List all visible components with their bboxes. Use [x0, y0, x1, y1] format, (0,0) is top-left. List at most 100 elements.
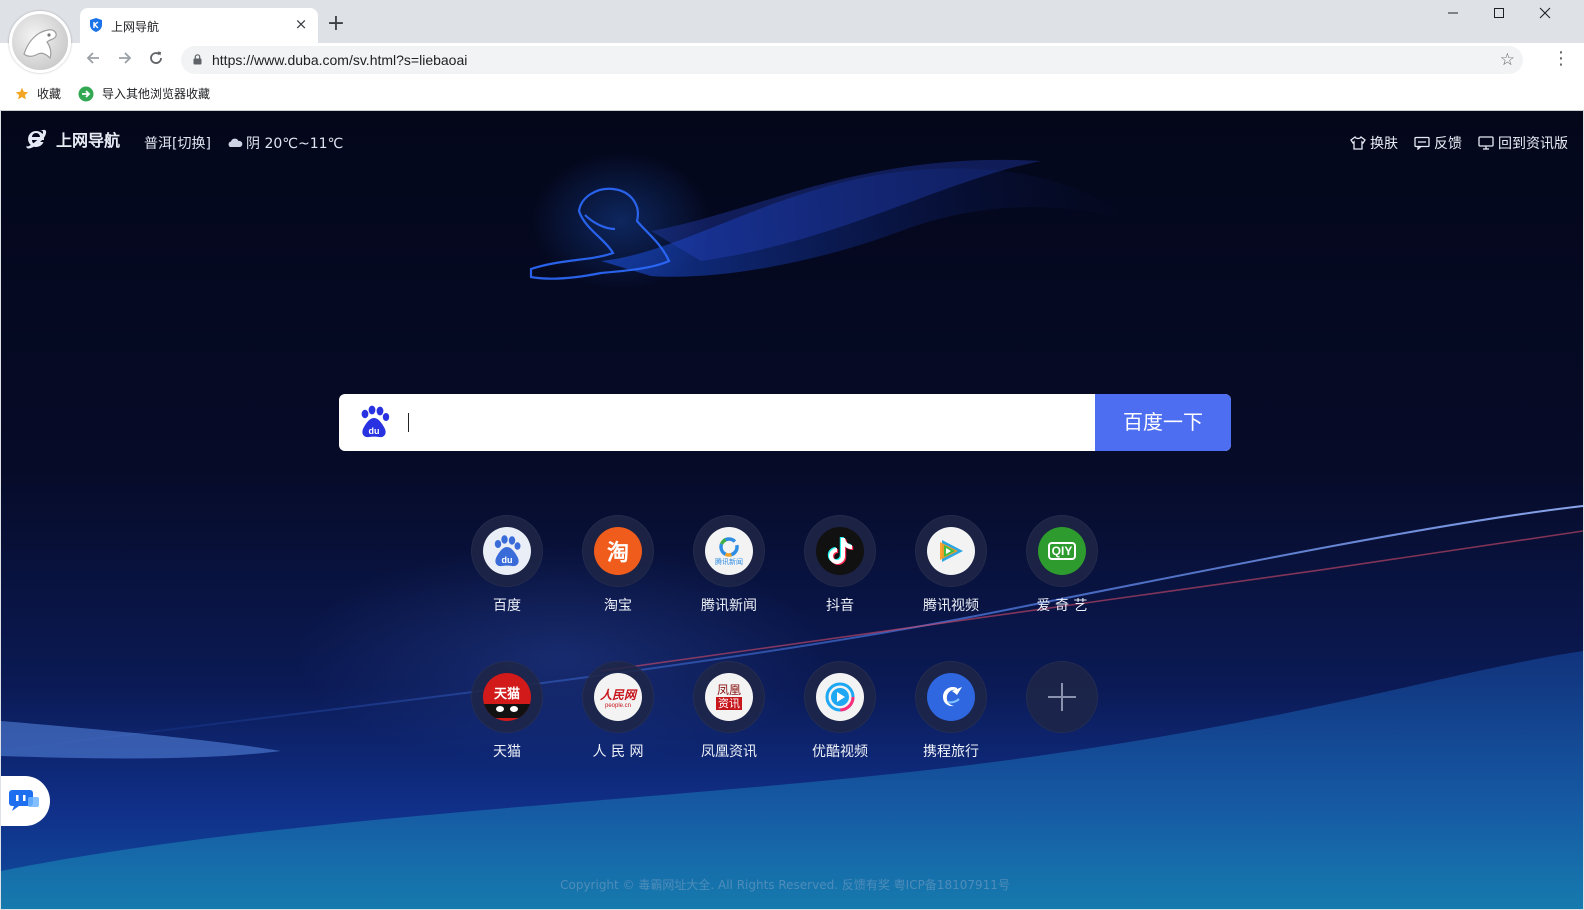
back-button[interactable] — [83, 50, 103, 70]
new-tab-button[interactable]: + — [326, 13, 346, 35]
tile-label: 凤凰资讯 — [701, 744, 757, 760]
tab-active[interactable]: 上网导航 × — [80, 8, 318, 43]
news-version-link[interactable]: 回到资讯版 — [1478, 133, 1568, 153]
minimize-button[interactable] — [1430, 4, 1476, 26]
search-box: du 百度一下 — [339, 394, 1231, 451]
bookmark-label: 收藏 — [37, 87, 62, 101]
close-icon — [1539, 7, 1551, 19]
baidu-icon: du — [483, 527, 531, 575]
bookmark-label: 导入其他浏览器收藏 — [102, 87, 211, 101]
forward-button[interactable] — [115, 50, 135, 70]
bookmark-favorites[interactable]: 收藏 — [15, 85, 61, 102]
weather-widget[interactable]: 阴 20℃~11℃ — [227, 133, 343, 153]
tab-close-icon[interactable]: × — [292, 14, 310, 34]
add-site-button[interactable] — [1026, 661, 1100, 767]
tile-text: 腾讯新闻 — [715, 557, 743, 566]
address-bar[interactable]: https://www.duba.com/sv.html?s=liebaoai … — [181, 46, 1523, 74]
svg-text:du: du — [502, 555, 513, 565]
ifeng-icon: 凤凰 资讯 — [705, 673, 753, 721]
url-text: https://www.duba.com/sv.html?s=liebaoai — [212, 52, 468, 68]
skin-label: 换肤 — [1370, 136, 1398, 152]
tile-label: 抖音 — [826, 598, 854, 614]
shirt-icon — [1350, 136, 1366, 150]
plus-icon — [1048, 683, 1076, 711]
chat-bubble-icon — [9, 790, 39, 811]
site-tile-iqiyi[interactable]: QIY 爱 奇 艺 — [1026, 515, 1100, 621]
city-switch-link[interactable]: 普洱[切换] — [144, 133, 211, 153]
tile-text: people.cn — [604, 702, 632, 709]
cloud-icon — [228, 138, 243, 147]
reload-button[interactable] — [146, 50, 166, 70]
tile-label: 爱 奇 艺 — [1036, 598, 1088, 614]
search-button[interactable]: 百度一下 — [1095, 394, 1231, 451]
tile-text: QIY — [1047, 542, 1077, 560]
search-input[interactable] — [408, 413, 409, 432]
tile-label: 优酷视频 — [812, 744, 868, 760]
feedback-icon — [1414, 136, 1430, 150]
panther-logo-icon — [23, 29, 57, 60]
people-icon: 人民网 people.cn — [594, 673, 642, 721]
shield-favicon-icon — [90, 18, 102, 32]
site-tile-taobao[interactable]: 淘 淘宝 — [582, 515, 656, 621]
site-tile-youku[interactable]: 优酷视频 — [804, 661, 878, 767]
iqiyi-icon: QIY — [1038, 527, 1086, 575]
tencent-video-icon — [927, 527, 975, 575]
arrow-right-icon — [119, 52, 132, 64]
skin-link[interactable]: 换肤 — [1350, 133, 1398, 153]
feedback-link[interactable]: 反馈 — [1414, 133, 1462, 153]
tile-label: 携程旅行 — [923, 744, 979, 760]
tile-label: 人 民 网 — [592, 744, 644, 760]
tile-label: 百度 — [493, 598, 521, 614]
star-icon — [15, 87, 29, 99]
taobao-icon: 淘 — [594, 527, 642, 575]
youku-icon — [816, 673, 864, 721]
bookmarks-bar: 收藏 导入其他浏览器收藏 — [0, 77, 1584, 111]
background-art — [1, 151, 1583, 909]
ie-logo-icon — [26, 129, 47, 149]
site-tile-tmall[interactable]: 天猫 天猫 — [471, 661, 545, 767]
site-tile-tencent-video[interactable]: 腾讯视频 — [915, 515, 989, 621]
bookmark-import[interactable]: 导入其他浏览器收藏 — [78, 85, 210, 102]
tile-label: 腾讯视频 — [923, 598, 979, 614]
site-logo[interactable]: 上网导航 — [24, 127, 120, 151]
browser-toolbar: https://www.duba.com/sv.html?s=liebaoai … — [0, 43, 1584, 77]
site-tile-baidu[interactable]: du 百度 — [471, 515, 545, 621]
bookmark-star-icon[interactable]: ☆ — [1500, 50, 1515, 70]
maximize-button[interactable] — [1476, 4, 1522, 26]
tile-text: 资讯 — [716, 697, 742, 710]
browser-menu-icon[interactable]: ⋮ — [1552, 49, 1570, 69]
assistant-chat-button[interactable] — [1, 776, 50, 826]
douyin-icon — [816, 527, 864, 575]
site-tile-ifeng[interactable]: 凤凰 资讯 凤凰资讯 — [693, 661, 767, 767]
svg-text:du: du — [369, 426, 380, 436]
browser-chrome: 上网导航 × + https://www.duba.com/sv.html?s=… — [0, 0, 1584, 111]
close-window-button[interactable] — [1522, 4, 1568, 26]
tile-text: 天猫 — [493, 687, 520, 702]
profile-avatar[interactable] — [9, 11, 71, 73]
site-tile-douyin[interactable]: 抖音 — [804, 515, 878, 621]
header-links: 换肤 反馈 回到资讯版 — [1350, 133, 1568, 153]
tile-label: 淘宝 — [604, 598, 632, 614]
maximize-icon — [1494, 8, 1504, 18]
page-content: 上网导航 普洱[切换] 阴 20℃~11℃ 换肤 反馈 回到资讯版 du 百度一… — [1, 111, 1583, 909]
tile-label: 腾讯新闻 — [701, 598, 757, 614]
tab-title: 上网导航 — [111, 20, 160, 34]
ctrip-icon — [927, 673, 975, 721]
site-tile-people[interactable]: 人民网 people.cn 人 民 网 — [582, 661, 656, 767]
footer-copyright: Copyright © 毒霸网址大全. All Rights Reserved.… — [560, 878, 1010, 892]
monitor-icon — [1478, 136, 1494, 150]
arrow-left-icon — [86, 52, 99, 64]
site-title: 上网导航 — [56, 131, 121, 150]
news-version-label: 回到资讯版 — [1498, 136, 1568, 152]
baidu-paw-icon[interactable]: du — [356, 404, 392, 440]
minimize-icon — [1448, 12, 1458, 14]
lock-icon — [193, 54, 202, 65]
site-header: 上网导航 普洱[切换] 阴 20℃~11℃ 换肤 反馈 回到资讯版 — [1, 111, 1583, 171]
reload-icon — [150, 51, 162, 64]
tile-text: 人民网 — [599, 687, 636, 702]
tile-label: 天猫 — [493, 744, 521, 760]
import-icon — [78, 86, 94, 101]
feedback-label: 反馈 — [1434, 136, 1462, 152]
site-tile-tencent-news[interactable]: 腾讯新闻 腾讯新闻 — [693, 515, 767, 621]
site-tile-ctrip[interactable]: 携程旅行 — [915, 661, 989, 767]
